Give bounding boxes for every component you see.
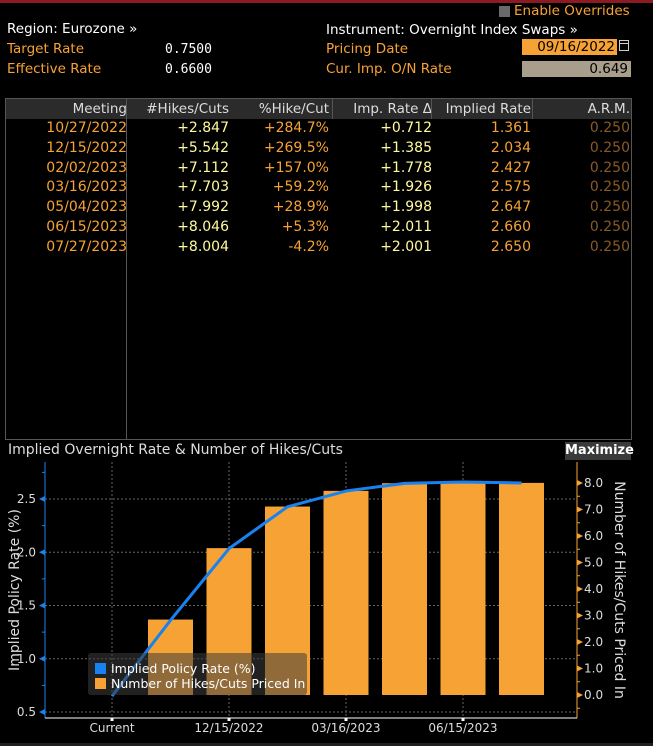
right-axis-tick-label: 7.0 — [584, 503, 603, 517]
right-axis-tick-label: 1.0 — [584, 662, 603, 676]
bar-hikes-cuts — [382, 483, 427, 695]
right-axis-tick-label: 6.0 — [584, 529, 603, 543]
x-axis-tick-label: 06/15/2023 — [428, 721, 497, 735]
right-axis-tick — [577, 665, 583, 672]
left-axis-tick — [39, 655, 45, 662]
bar-hikes-cuts — [440, 481, 486, 695]
right-axis-tick — [577, 586, 583, 592]
right-axis-label: Number of Hikes/Cuts Priced In — [611, 481, 627, 699]
right-axis-tick — [577, 506, 583, 513]
x-axis-tick-label: Current — [89, 721, 134, 735]
right-axis-tick-label: 2.0 — [584, 635, 603, 649]
right-axis-tick-label: 5.0 — [584, 556, 603, 570]
left-axis-label: Implied Policy Rate (%) — [7, 509, 23, 671]
right-axis-tick-label: 0.0 — [584, 688, 603, 702]
legend-swatch-blue — [95, 663, 106, 674]
x-axis-tick-label: 03/16/2023 — [311, 721, 380, 735]
bar-hikes-cuts — [499, 482, 544, 695]
bar-hikes-cuts — [323, 490, 369, 695]
legend-label: Implied Policy Rate (%) — [111, 661, 256, 676]
right-axis-tick — [577, 533, 583, 539]
chart-legend: Implied Policy Rate (%) Number of Hikes/… — [88, 653, 307, 695]
right-axis-tick — [577, 612, 583, 619]
left-axis-tick — [39, 709, 45, 715]
right-axis-tick-label: 8.0 — [584, 476, 603, 490]
implied-rate-chart: 0.51.01.52.02.5Implied Policy Rate (%)0.… — [7, 462, 627, 735]
right-axis-tick — [577, 692, 583, 698]
left-axis-tick — [39, 549, 45, 556]
right-axis-tick-label: 3.0 — [584, 609, 603, 623]
legend-item-implied-rate: Implied Policy Rate (%) — [95, 661, 256, 676]
right-axis-tick — [577, 639, 583, 645]
left-axis-tick — [39, 602, 45, 609]
right-axis-tick — [577, 559, 583, 566]
x-axis-tick-label: 12/15/2022 — [194, 721, 263, 735]
left-axis-tick-label: 0.5 — [17, 705, 36, 719]
legend-item-hikes-cuts: Number of Hikes/Cuts Priced In — [95, 676, 306, 691]
legend-swatch-orange — [95, 678, 106, 689]
right-axis-tick-label: 4.0 — [584, 582, 603, 596]
left-axis-tick-label: 2.5 — [17, 492, 36, 506]
left-axis-tick — [39, 496, 45, 502]
legend-label: Number of Hikes/Cuts Priced In — [111, 676, 306, 691]
right-axis-tick — [577, 480, 583, 486]
